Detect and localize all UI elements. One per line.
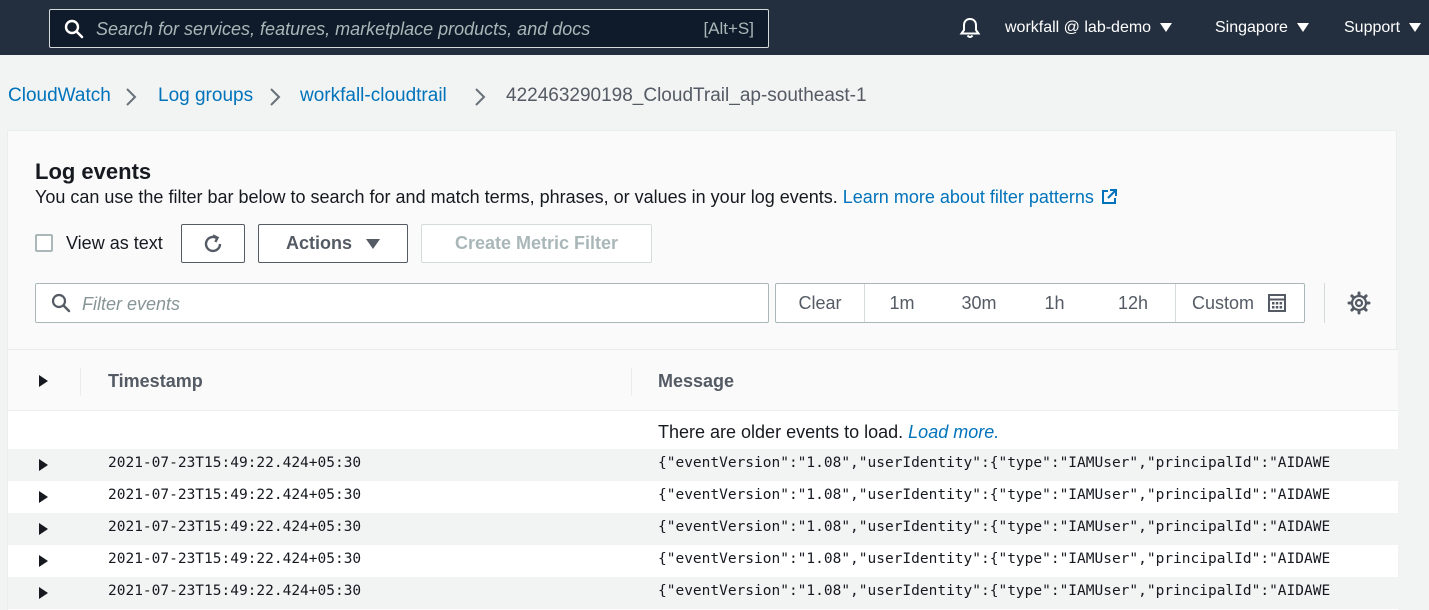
description-text: You can use the filter bar below to sear…: [35, 187, 838, 207]
create-metric-filter-button[interactable]: Create Metric Filter: [421, 224, 652, 263]
page-title: Log events: [35, 159, 152, 184]
breadcrumb-log-group[interactable]: workfall-cloudtrail: [300, 85, 447, 107]
refresh-icon: [204, 233, 222, 252]
table-row[interactable]: 2021-07-23T15:49:22.424+05:30 {"eventVer…: [8, 545, 1398, 577]
refresh-button[interactable]: [181, 224, 245, 263]
create-metric-filter-label: Create Metric Filter: [454, 233, 619, 253]
global-search-placeholder: Search for services, features, marketpla…: [96, 19, 591, 39]
calendar-icon: [1268, 294, 1286, 312]
load-more-link[interactable]: Load more.: [908, 422, 999, 442]
support-menu[interactable]: Support: [1344, 0, 1422, 55]
row-timestamp: 2021-07-23T15:49:22.424+05:30: [108, 455, 362, 471]
chevron-right-icon: [126, 88, 137, 106]
filter-events-input[interactable]: Filter events: [35, 283, 769, 323]
breadcrumb-log-groups[interactable]: Log groups: [158, 85, 253, 107]
expand-row-icon[interactable]: [39, 491, 48, 503]
column-header-message[interactable]: Message: [658, 371, 734, 392]
time-range-30m[interactable]: 30m: [940, 284, 1018, 322]
table-row[interactable]: 2021-07-23T15:49:22.424+05:30 {"eventVer…: [8, 513, 1398, 545]
region-label: Singapore: [1215, 18, 1288, 36]
row-timestamp: 2021-07-23T15:49:22.424+05:30: [108, 551, 362, 567]
region-menu[interactable]: Singapore: [1215, 0, 1309, 55]
column-header-timestamp[interactable]: Timestamp: [108, 371, 203, 392]
gear-icon[interactable]: [1347, 291, 1371, 315]
time-range-1h[interactable]: 1h: [1018, 284, 1091, 322]
expand-all-icon[interactable]: [39, 375, 48, 387]
panel-description: You can use the filter bar below to sear…: [35, 187, 1118, 208]
older-events-text: There are older events to load.: [658, 422, 904, 442]
view-as-text-checkbox[interactable]: [35, 234, 53, 252]
filter-events-placeholder: Filter events: [82, 294, 181, 314]
log-events-panel: Log events You can use the filter bar be…: [7, 130, 1398, 610]
expand-row-icon[interactable]: [39, 459, 48, 471]
account-label: workfall @ lab-demo: [1005, 18, 1152, 36]
row-timestamp: 2021-07-23T15:49:22.424+05:30: [108, 583, 362, 599]
chevron-down-icon: [1409, 23, 1422, 32]
row-timestamp: 2021-07-23T15:49:22.424+05:30: [108, 487, 362, 503]
divider: [80, 368, 81, 396]
time-range-12h[interactable]: 12h: [1091, 284, 1175, 322]
breadcrumb-cloudwatch[interactable]: CloudWatch: [8, 85, 111, 107]
row-message: {"eventVersion":"1.08","userIdentity":{"…: [658, 487, 1331, 503]
expand-row-icon[interactable]: [39, 587, 48, 599]
older-events-notice: There are older events to load. Load mor…: [658, 422, 999, 443]
search-icon: [64, 19, 84, 39]
chevron-right-icon: [270, 88, 281, 106]
log-events-table-header: Timestamp Message: [8, 349, 1398, 411]
caret-down-icon: [366, 238, 380, 249]
chevron-right-icon: [475, 88, 486, 106]
time-range-selector: Clear 1m 30m 1h 12h Custom: [775, 283, 1305, 323]
search-icon: [51, 293, 71, 313]
account-menu[interactable]: workfall @ lab-demo: [1005, 0, 1173, 55]
view-as-text-label[interactable]: View as text: [66, 233, 163, 254]
learn-more-link[interactable]: Learn more about filter patterns: [843, 187, 1118, 207]
row-message: {"eventVersion":"1.08","userIdentity":{"…: [658, 519, 1331, 535]
bell-icon[interactable]: [958, 16, 982, 40]
row-message: {"eventVersion":"1.08","userIdentity":{"…: [658, 551, 1331, 567]
actions-dropdown[interactable]: Actions: [258, 224, 408, 263]
learn-more-label: Learn more about filter patterns: [842, 187, 1094, 207]
log-events-table-body: There are older events to load. Load mor…: [8, 411, 1398, 610]
table-row[interactable]: 2021-07-23T15:49:22.424+05:30 {"eventVer…: [8, 449, 1398, 481]
divider: [1324, 283, 1325, 323]
custom-label: Custom: [1191, 292, 1254, 313]
divider: [631, 368, 632, 396]
table-row[interactable]: 2021-07-23T15:49:22.424+05:30 {"eventVer…: [8, 481, 1398, 513]
row-message: {"eventVersion":"1.08","userIdentity":{"…: [658, 455, 1331, 471]
row-timestamp: 2021-07-23T15:49:22.424+05:30: [108, 519, 362, 535]
chevron-down-icon: [1296, 23, 1309, 32]
global-search-bar[interactable]: Search for services, features, marketpla…: [49, 9, 769, 48]
time-range-1m[interactable]: 1m: [864, 284, 940, 322]
table-row[interactable]: 2021-07-23T15:49:22.424+05:30 {"eventVer…: [8, 577, 1398, 609]
support-label: Support: [1344, 18, 1401, 36]
expand-row-icon[interactable]: [39, 523, 48, 535]
time-range-custom[interactable]: Custom: [1175, 284, 1304, 322]
expand-row-icon[interactable]: [39, 555, 48, 567]
top-navigation: Search for services, features, marketpla…: [0, 0, 1429, 55]
search-shortcut-hint: [Alt+S]: [703, 19, 754, 38]
chevron-down-icon: [1160, 23, 1173, 32]
breadcrumb-current-log-stream: 422463290198_CloudTrail_ap-southeast-1: [506, 85, 867, 106]
actions-label: Actions: [285, 233, 352, 253]
time-range-clear[interactable]: Clear: [776, 284, 864, 322]
row-message: {"eventVersion":"1.08","userIdentity":{"…: [658, 583, 1331, 599]
external-link-icon: [1101, 189, 1117, 204]
